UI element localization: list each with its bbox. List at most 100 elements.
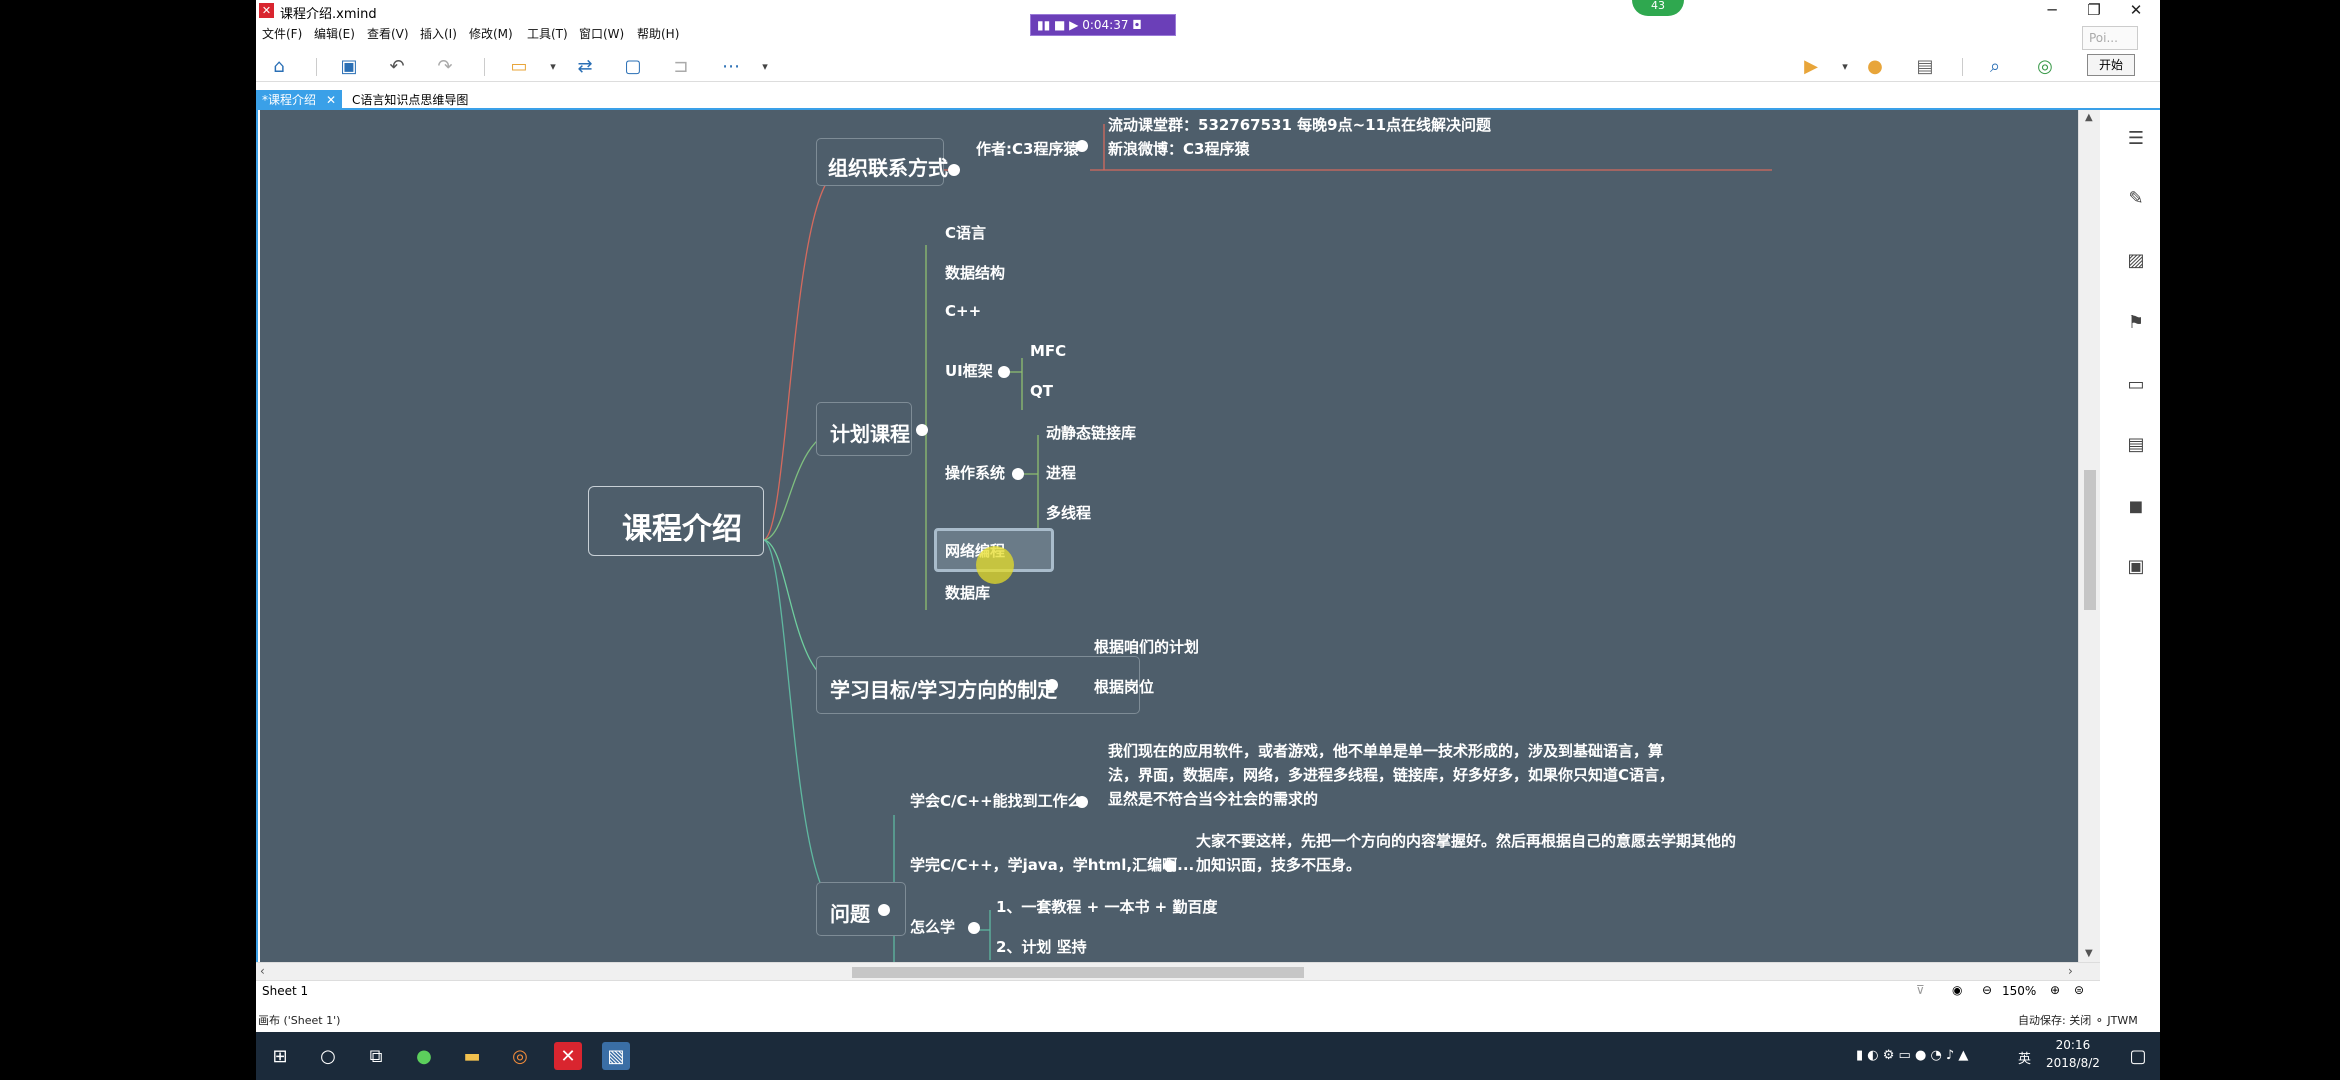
comment-icon[interactable]: ◼ bbox=[2124, 494, 2148, 518]
topic-find-job[interactable]: 学会C/C++能找到工作么 bbox=[910, 790, 1083, 811]
topic-answer1-line1[interactable]: 我们现在的应用软件，或者游戏，他不单单是单一技术形成的，涉及到基础语言，算 bbox=[1108, 740, 1663, 761]
topic-contact-group[interactable]: 流动课堂群：532767531 每晚9点~11点在线解决问题 bbox=[1108, 114, 1491, 135]
collapse-dot-icon[interactable] bbox=[1076, 796, 1088, 808]
search-input[interactable]: Poi... bbox=[2082, 26, 2138, 50]
collapse-dot-icon[interactable] bbox=[998, 366, 1010, 378]
collapse-dot-icon[interactable] bbox=[878, 904, 890, 916]
file-explorer-icon[interactable]: ▬ bbox=[458, 1042, 486, 1070]
undo-icon[interactable]: ↶ bbox=[384, 54, 410, 78]
layout-icon[interactable]: ▤ bbox=[1912, 54, 1938, 78]
topic-mfc[interactable]: MFC bbox=[1030, 342, 1066, 360]
boundary-icon[interactable]: ▢ bbox=[620, 54, 646, 78]
horizontal-scroll-thumb[interactable] bbox=[852, 967, 1304, 978]
share-icon[interactable]: ◎ bbox=[2032, 54, 2058, 78]
cortana-search-icon[interactable]: ○ bbox=[314, 1042, 342, 1070]
redo-icon[interactable]: ↷ bbox=[432, 54, 458, 78]
collapse-dot-icon[interactable] bbox=[1046, 679, 1058, 691]
topic-process[interactable]: 进程 bbox=[1046, 462, 1076, 483]
vertical-scroll-thumb[interactable] bbox=[2084, 470, 2096, 610]
view-eye-icon[interactable]: ◉ bbox=[1952, 983, 1962, 997]
topic-qt[interactable]: QT bbox=[1030, 382, 1053, 400]
menu-file[interactable]: 文件(F) bbox=[262, 25, 302, 42]
format-brush-icon[interactable]: ✎ bbox=[2124, 186, 2148, 210]
topic-multithread[interactable]: 多线程 bbox=[1046, 502, 1091, 523]
image-icon[interactable]: ▨ bbox=[2124, 248, 2148, 272]
scroll-left-icon[interactable]: ‹ bbox=[260, 964, 265, 978]
topic-os[interactable]: 操作系统 bbox=[945, 462, 1005, 483]
notes-icon[interactable]: ▤ bbox=[2124, 432, 2148, 456]
browser-icon[interactable]: ● bbox=[410, 1042, 438, 1070]
outline-icon[interactable]: ☰ bbox=[2124, 126, 2148, 150]
search-icon[interactable]: ⌕ bbox=[1982, 54, 2008, 78]
topic-method2[interactable]: 2、计划 坚持 bbox=[996, 936, 1087, 957]
restore-button[interactable]: ❐ bbox=[2072, 0, 2116, 22]
menu-help[interactable]: 帮助(H) bbox=[637, 25, 679, 42]
zoom-in-icon[interactable]: ⊕ bbox=[2050, 983, 2060, 997]
topic-database[interactable]: 数据库 bbox=[945, 582, 990, 603]
collapse-dot-icon[interactable] bbox=[1012, 468, 1024, 480]
topic-by-position[interactable]: 根据岗位 bbox=[1094, 676, 1154, 697]
topic-method1[interactable]: 1、一套教程 + 一本书 + 勤百度 bbox=[996, 896, 1217, 917]
xmind-taskbar-icon[interactable]: ✕ bbox=[554, 1042, 582, 1070]
tab-c-mindmap[interactable]: C语言知识点思维导图 bbox=[346, 90, 474, 110]
topic-link-libs[interactable]: 动静态链接库 bbox=[1046, 422, 1136, 443]
collapse-dot-icon[interactable] bbox=[968, 922, 980, 934]
presentation-icon[interactable]: ▶ bbox=[1798, 54, 1824, 78]
topic-answer1-line3[interactable]: 显然是不符合当今社会的需求的 bbox=[1108, 788, 1318, 809]
filter-icon[interactable]: ⊽ bbox=[1916, 983, 1925, 997]
menu-modify[interactable]: 修改(M) bbox=[469, 25, 513, 42]
taskbar-clock[interactable]: 20:16 2018/8/2 bbox=[2046, 1036, 2100, 1072]
zoom-out-icon[interactable]: ⊖ bbox=[1982, 983, 1992, 997]
start-button[interactable]: 开始 bbox=[2087, 54, 2135, 76]
topic-contact-weibo[interactable]: 新浪微博：C3程序猿 bbox=[1108, 138, 1249, 159]
topic-answer1-line2[interactable]: 法，界面，数据库，网络，多进程多线程，链接库，好多好多，如果你只知道C语言， bbox=[1108, 764, 1674, 785]
topic-answer2-line2[interactable]: 加知识面，技多不压身。 bbox=[1196, 854, 1361, 875]
menu-view[interactable]: 查看(V) bbox=[367, 25, 409, 42]
tab-course-intro[interactable]: *课程介绍 ✕ bbox=[256, 90, 343, 110]
zoom-menu-icon[interactable]: ⊜ bbox=[2074, 983, 2084, 997]
font-icon[interactable]: ▭ bbox=[2124, 372, 2148, 396]
scroll-up-icon[interactable]: ▲ bbox=[2085, 112, 2093, 123]
scroll-right-icon[interactable]: › bbox=[2068, 964, 2073, 978]
brainstorm-bulb-icon[interactable]: ● bbox=[1862, 54, 1888, 78]
paint-app-icon[interactable]: ▧ bbox=[602, 1042, 630, 1070]
mindmap-canvas[interactable]: 课程介绍 组织联系方式 作者:C3程序猿 流动课堂群：532767531 每晚9… bbox=[260, 110, 2078, 962]
home-icon[interactable]: ⌂ bbox=[266, 54, 292, 78]
screen-recorder-widget[interactable]: ▮▮ ■ ▶ 0:04:37 ◘ bbox=[1030, 14, 1176, 36]
topic-learn-more[interactable]: 学完C/C++，学java，学html,汇编啊... bbox=[910, 854, 1194, 875]
windows-start-icon[interactable]: ⊞ bbox=[266, 1042, 294, 1070]
collapse-dot-icon[interactable] bbox=[916, 424, 928, 436]
topic-icon[interactable]: ▭ bbox=[506, 54, 532, 78]
topic-answer2-line1[interactable]: 大家不要这样，先把一个方向的内容掌握好。然后再根据自己的意愿去学期其他的 bbox=[1196, 830, 1736, 851]
zoom-level[interactable]: 150% bbox=[2002, 984, 2036, 998]
topic-dropdown-icon[interactable]: ▾ bbox=[540, 54, 566, 78]
recorder-app-icon[interactable]: ◎ bbox=[506, 1042, 534, 1070]
more-dropdown-icon[interactable]: ▾ bbox=[752, 54, 778, 78]
scroll-down-icon[interactable]: ▼ bbox=[2085, 948, 2093, 959]
save-icon[interactable]: ▣ bbox=[336, 54, 362, 78]
task-view-icon[interactable]: ⧉ bbox=[362, 1042, 390, 1070]
sheet-tab[interactable]: Sheet 1 bbox=[262, 984, 308, 998]
menu-tools[interactable]: 工具(T) bbox=[527, 25, 568, 42]
vertical-scrollbar[interactable]: ▲ ▼ bbox=[2078, 110, 2100, 962]
menu-window[interactable]: 窗口(W) bbox=[579, 25, 624, 42]
horizontal-scrollbar[interactable]: ‹ › bbox=[256, 962, 2100, 980]
topic-cpp[interactable]: C++ bbox=[945, 302, 981, 320]
topic-c-language[interactable]: C语言 bbox=[945, 222, 986, 243]
collapse-dot-icon[interactable] bbox=[1076, 140, 1088, 152]
topic-data-structure[interactable]: 数据结构 bbox=[945, 262, 1005, 283]
summary-icon[interactable]: ⊐ bbox=[668, 54, 694, 78]
minimize-button[interactable]: ─ bbox=[2030, 0, 2074, 22]
ime-indicator[interactable]: 英 bbox=[2018, 1048, 2031, 1067]
relationship-icon[interactable]: ⇄ bbox=[572, 54, 598, 78]
collapse-dot-icon[interactable] bbox=[948, 164, 960, 176]
task-clipboard-icon[interactable]: ▣ bbox=[2124, 554, 2148, 578]
close-button[interactable]: ✕ bbox=[2114, 0, 2158, 22]
tab-close-icon[interactable]: ✕ bbox=[326, 93, 336, 107]
topic-author[interactable]: 作者:C3程序猿 bbox=[976, 138, 1078, 159]
menu-insert[interactable]: 插入(I) bbox=[420, 25, 457, 42]
presentation-dropdown-icon[interactable]: ▾ bbox=[1832, 54, 1858, 78]
marker-flag-icon[interactable]: ⚑ bbox=[2124, 310, 2148, 334]
more-icon[interactable]: ⋯ bbox=[718, 54, 744, 78]
notification-center-icon[interactable]: ▢ bbox=[2124, 1042, 2152, 1070]
